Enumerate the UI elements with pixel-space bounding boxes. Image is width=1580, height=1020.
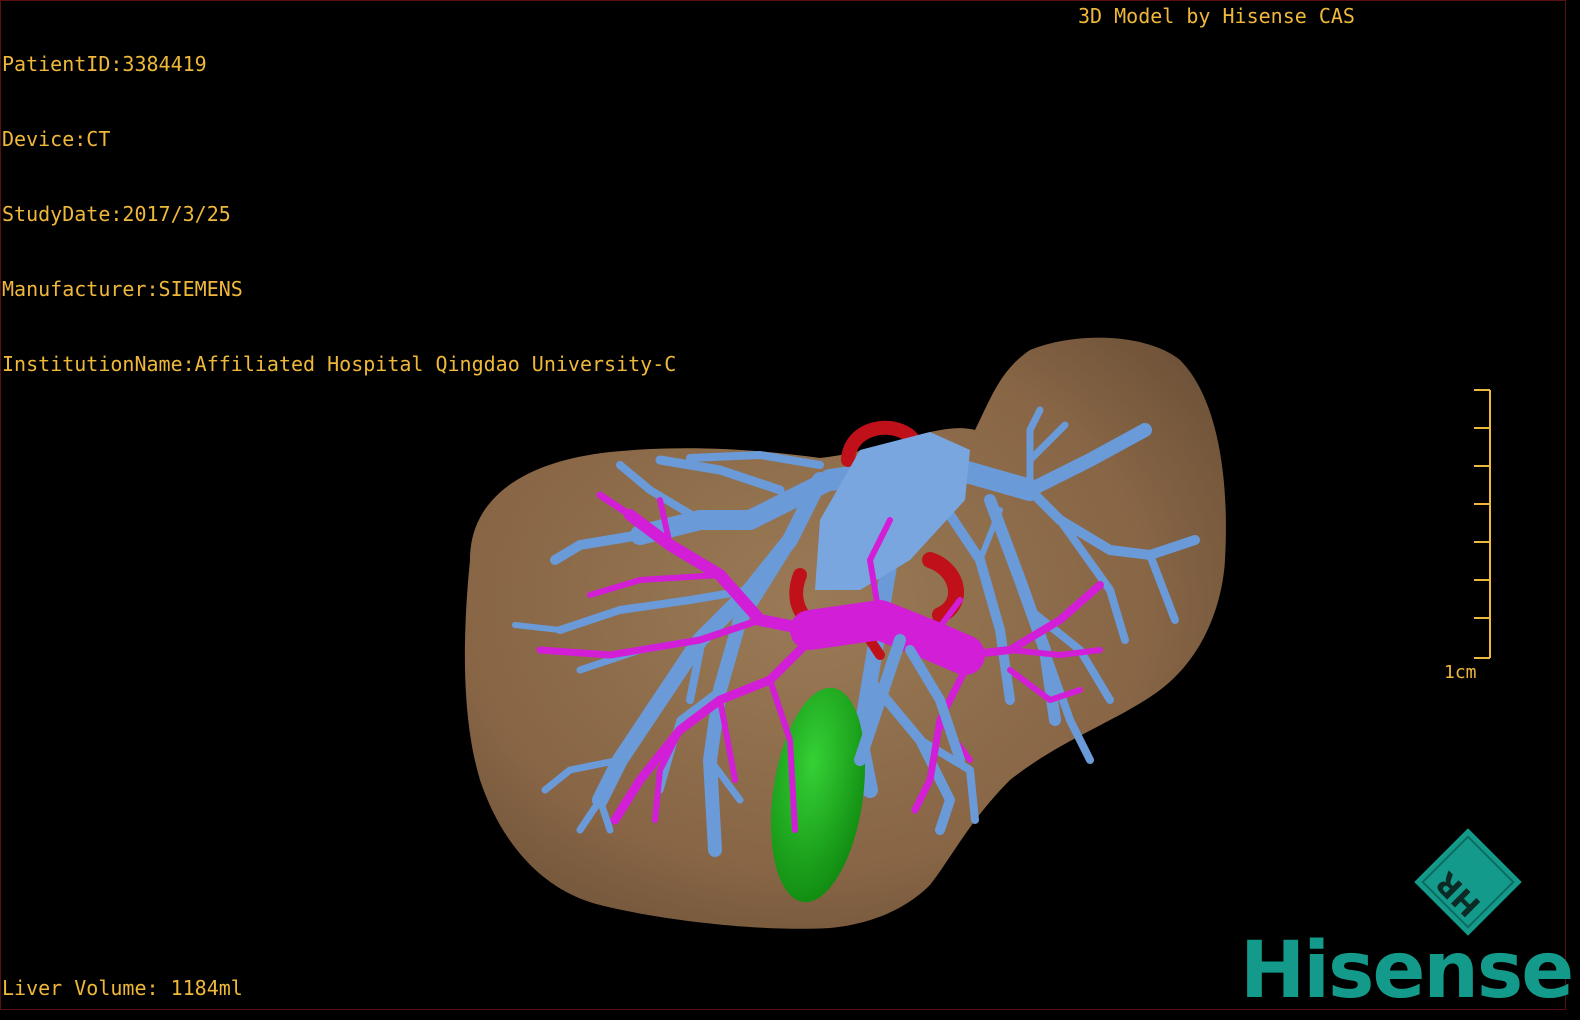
device: Device:CT (2, 127, 111, 151)
brand-title: 3D Model by Hisense CAS (1078, 4, 1355, 28)
manufacturer: Manufacturer:SIEMENS (2, 277, 243, 301)
patient-id: PatientID:3384419 (2, 52, 207, 76)
scale-label: 1cm (1444, 662, 1477, 683)
hisense-logo-wordmark: Hisense (1240, 926, 1574, 1016)
3d-viewport[interactable]: HR PatientID:3384419 Device:CT StudyDate… (0, 0, 1580, 1020)
liver-volume: Liver Volume: 1184ml (2, 976, 243, 1000)
dicom-info-overlay: PatientID:3384419 Device:CT StudyDate:20… (2, 2, 676, 427)
institution-name: InstitutionName:Affiliated Hospital Qing… (2, 352, 677, 376)
study-date: StudyDate:2017/3/25 (2, 202, 231, 226)
